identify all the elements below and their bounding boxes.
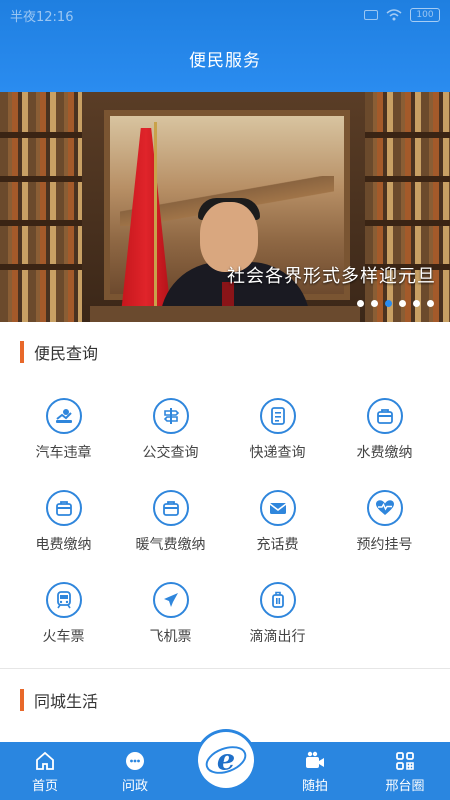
app-header: 半夜12:16 100 便民服务 — [0, 0, 450, 92]
carousel-dot[interactable] — [413, 300, 420, 307]
carousel-dot-active[interactable] — [385, 300, 392, 307]
service-express-query[interactable]: 快递查询 — [224, 398, 331, 462]
carousel-dot[interactable] — [357, 300, 364, 307]
chat-icon — [126, 752, 144, 770]
service-label: 火车票 — [42, 629, 85, 645]
logo-e-icon: e — [205, 743, 247, 777]
carousel-dot[interactable] — [399, 300, 406, 307]
tab-suipai[interactable]: 随拍 — [270, 742, 360, 800]
section-title-query: 便民查询 — [34, 344, 99, 363]
service-phone-recharge[interactable]: 充话费 — [224, 490, 331, 554]
apps-icon — [396, 752, 414, 770]
service-label: 暖气费缴纳 — [135, 537, 206, 553]
carousel-dot[interactable] — [427, 300, 434, 307]
svg-text:e: e — [217, 743, 235, 777]
service-didi-ride[interactable]: 滴滴出行 — [224, 582, 331, 646]
heart-pulse-icon — [366, 490, 403, 526]
video-camera-icon — [306, 751, 324, 768]
battery-indicator: 100 — [410, 8, 440, 22]
section-header-query: 便民查询 — [20, 340, 98, 364]
carousel-dot[interactable] — [371, 300, 378, 307]
mail-icon — [259, 490, 296, 526]
page-title: 便民服务 — [189, 51, 261, 71]
service-label: 快递查询 — [249, 445, 306, 461]
service-label: 滴滴出行 — [249, 629, 306, 645]
section-accent-bar — [20, 689, 24, 711]
tab-label: 首页 — [31, 779, 58, 794]
service-label: 水费缴纳 — [356, 445, 413, 461]
bag-icon — [45, 490, 82, 526]
section-accent-bar — [20, 341, 24, 363]
luggage-icon — [259, 582, 296, 618]
service-label: 汽车违章 — [35, 445, 92, 461]
service-car-violation[interactable]: 汽车违章 — [10, 398, 117, 462]
wifi-icon — [386, 9, 402, 21]
status-bar: 半夜12:16 100 — [0, 0, 450, 30]
plane-icon — [152, 582, 189, 618]
section-title-life: 同城生活 — [34, 692, 99, 711]
tab-xingtai-circle[interactable]: 邢台圈 — [360, 742, 450, 800]
service-hospital-appointment[interactable]: 预约挂号 — [331, 490, 438, 554]
service-flight-ticket[interactable]: 飞机票 — [117, 582, 224, 646]
section-divider — [0, 668, 450, 669]
flag-pole — [154, 122, 157, 322]
train-icon — [45, 582, 82, 618]
center-logo-button[interactable]: e — [198, 732, 254, 788]
service-heating-bill[interactable]: 暖气费缴纳 — [117, 490, 224, 554]
bus-sign-icon — [152, 398, 189, 434]
service-label: 电费缴纳 — [35, 537, 92, 553]
tab-home[interactable]: 首页 — [0, 742, 90, 800]
sim-icon — [364, 10, 378, 20]
carousel-dots — [357, 300, 434, 307]
tab-label: 问政 — [121, 779, 148, 794]
car-violation-icon — [45, 398, 82, 434]
document-icon — [259, 398, 296, 434]
tab-wenzheng[interactable]: 问政 — [90, 742, 180, 800]
banner-carousel[interactable]: 社会各界形式多样迎元旦 — [0, 92, 450, 322]
section-header-life: 同城生活 — [20, 688, 98, 712]
service-grid: 汽车违章 公交查询 快递查询 水费缴纳 电费缴纳 暖气费缴纳 充话费 预约挂号 … — [10, 398, 440, 646]
service-electric-bill[interactable]: 电费缴纳 — [10, 490, 117, 554]
service-bus-query[interactable]: 公交查询 — [117, 398, 224, 462]
service-label: 公交查询 — [142, 445, 199, 461]
bag-icon — [366, 398, 403, 434]
service-train-ticket[interactable]: 火车票 — [10, 582, 117, 646]
bag-icon — [152, 490, 189, 526]
service-water-bill[interactable]: 水费缴纳 — [331, 398, 438, 462]
home-icon — [36, 751, 54, 770]
bookshelf-left — [0, 92, 82, 322]
tab-label: 邢台圈 — [385, 779, 425, 794]
status-time: 半夜12:16 — [10, 9, 74, 25]
tab-label: 随拍 — [301, 779, 328, 794]
service-label: 充话费 — [256, 537, 299, 553]
service-label: 飞机票 — [149, 629, 192, 645]
banner-caption: 社会各界形式多样迎元旦 — [227, 266, 436, 287]
service-label: 预约挂号 — [356, 537, 413, 553]
status-icons: 100 — [364, 8, 440, 22]
desk — [90, 306, 360, 322]
